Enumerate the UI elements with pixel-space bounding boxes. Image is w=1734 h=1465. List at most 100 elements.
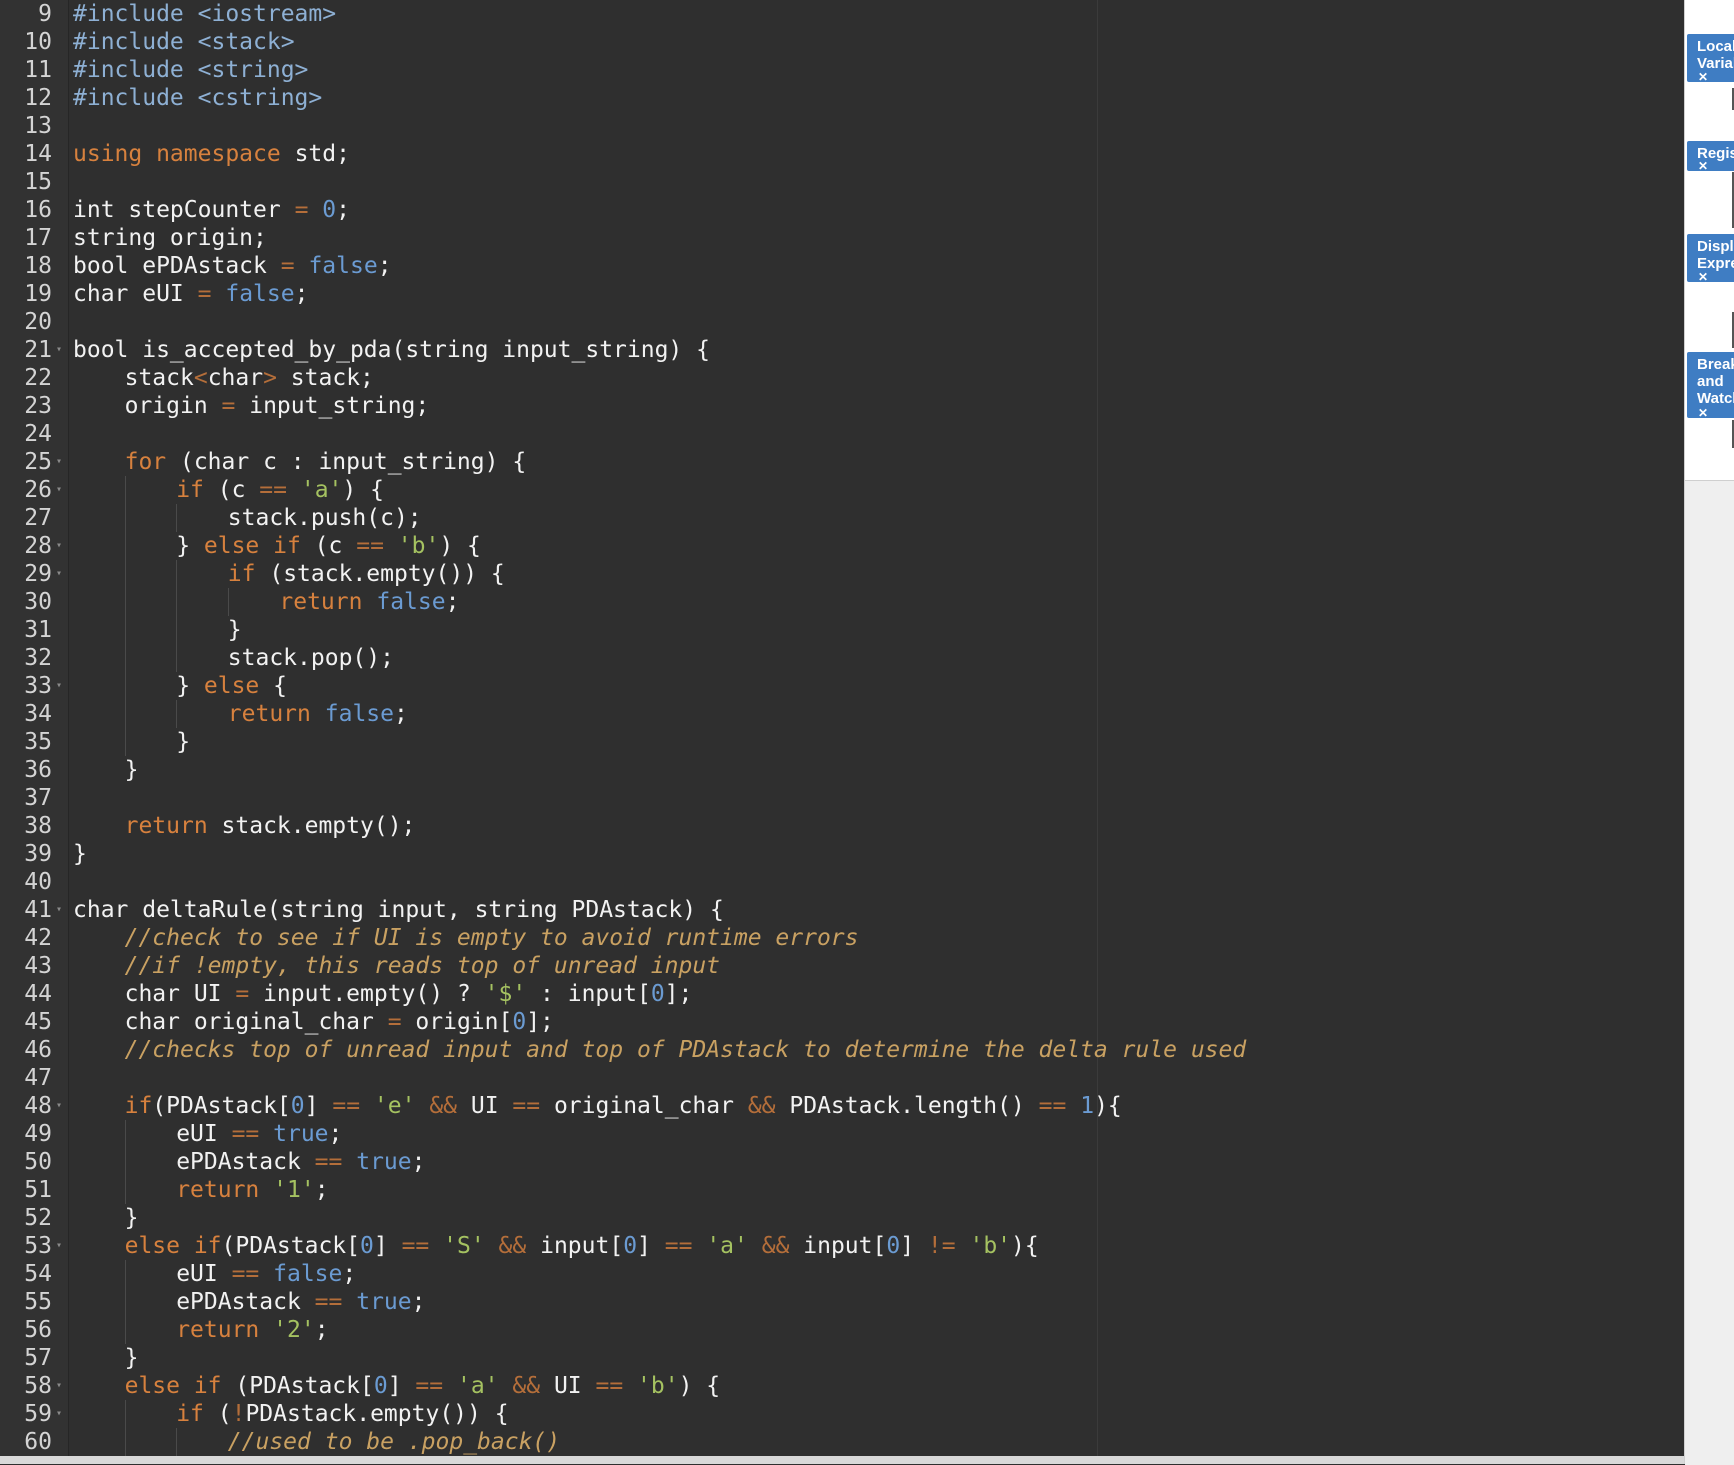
code-line[interactable]: int stepCounter = 0; — [73, 196, 350, 224]
code-line[interactable]: return '1'; — [176, 1176, 328, 1204]
line-number[interactable]: 27 — [0, 504, 52, 532]
close-icon[interactable]: ✕ — [1698, 158, 1708, 171]
line-number[interactable]: 37 — [0, 784, 52, 812]
code-line[interactable]: string origin; — [73, 224, 267, 252]
breakpoints-and-watchpoints-tab[interactable]: Breakpoints and Watchpoints ✕ — [1687, 352, 1734, 418]
line-number[interactable]: 16 — [0, 196, 52, 224]
code-line[interactable]: #include <string> — [73, 56, 308, 84]
line-number[interactable]: 21 — [0, 336, 52, 364]
line-number[interactable]: 40 — [0, 868, 52, 896]
line-number[interactable]: 22 — [0, 364, 52, 392]
line-number[interactable]: 44 — [0, 980, 52, 1008]
line-number[interactable]: 59 — [0, 1400, 52, 1428]
code-line[interactable]: if (stack.empty()) { — [228, 560, 505, 588]
line-number[interactable]: 56 — [0, 1316, 52, 1344]
fold-toggle-icon[interactable]: ▾ — [56, 476, 62, 504]
registers-tab[interactable]: Registers ✕ — [1687, 141, 1734, 171]
code-line[interactable]: stack<char> stack; — [125, 364, 374, 392]
line-number[interactable]: 55 — [0, 1288, 52, 1316]
line-number[interactable]: 29 — [0, 560, 52, 588]
code-line[interactable]: using namespace std; — [73, 140, 350, 168]
fold-toggle-icon[interactable]: ▾ — [56, 1400, 62, 1428]
line-number[interactable]: 58 — [0, 1372, 52, 1400]
code-line[interactable]: } — [176, 728, 190, 756]
line-number[interactable]: 11 — [0, 56, 52, 84]
code-editor[interactable]: 9 10 11 12 13 14 15 16 17 18 19 20 21 ▾ 22 23 24 25 ▾ 26 ▾ 27… — [0, 0, 1684, 1456]
code-line[interactable]: bool ePDAstack = false; — [73, 252, 392, 280]
fold-toggle-icon[interactable]: ▾ — [56, 1092, 62, 1120]
close-icon[interactable]: ✕ — [1698, 69, 1708, 82]
code-line[interactable]: return false; — [279, 588, 459, 616]
line-number[interactable]: 47 — [0, 1064, 52, 1092]
line-number[interactable]: 24 — [0, 420, 52, 448]
code-line[interactable]: stack.pop(); — [228, 644, 394, 672]
code-line[interactable]: //check to see if UI is empty to avoid r… — [125, 924, 859, 952]
line-number[interactable]: 35 — [0, 728, 52, 756]
line-number[interactable]: 42 — [0, 924, 52, 952]
horizontal-scrollbar[interactable] — [0, 1456, 1684, 1464]
code-line[interactable]: char original_char = origin[0]; — [125, 1008, 554, 1036]
line-number[interactable]: 49 — [0, 1120, 52, 1148]
line-number[interactable]: 20 — [0, 308, 52, 336]
code-line[interactable]: return '2'; — [176, 1316, 328, 1344]
fold-toggle-icon[interactable]: ▾ — [56, 532, 62, 560]
line-number[interactable]: 17 — [0, 224, 52, 252]
code-line[interactable]: origin = input_string; — [125, 392, 430, 420]
line-number[interactable]: 51 — [0, 1176, 52, 1204]
line-number[interactable]: 19 — [0, 280, 52, 308]
code-line[interactable]: stack.push(c); — [228, 504, 422, 532]
code-line[interactable]: else if(PDAstack[0] == 'S' && input[0] =… — [125, 1232, 1039, 1260]
code-line[interactable]: } else { — [176, 672, 287, 700]
fold-toggle-icon[interactable]: ▾ — [56, 896, 62, 924]
code-line[interactable]: #include <iostream> — [73, 0, 336, 28]
line-number[interactable]: 28 — [0, 532, 52, 560]
code-line[interactable]: } else if (c == 'b') { — [176, 532, 481, 560]
line-number[interactable]: 39 — [0, 840, 52, 868]
fold-toggle-icon[interactable]: ▾ — [56, 336, 62, 364]
line-number[interactable]: 57 — [0, 1344, 52, 1372]
code-line[interactable]: } — [125, 1344, 139, 1372]
line-number[interactable]: 26 — [0, 476, 52, 504]
line-number[interactable]: 34 — [0, 700, 52, 728]
line-number[interactable]: 33 — [0, 672, 52, 700]
code-line[interactable]: //if !empty, this reads top of unread in… — [125, 952, 720, 980]
code-line[interactable]: if (!PDAstack.empty()) { — [176, 1400, 508, 1428]
code-line[interactable]: if (c == 'a') { — [176, 476, 384, 504]
code-line[interactable]: #include <stack> — [73, 28, 295, 56]
line-number[interactable]: 13 — [0, 112, 52, 140]
line-number[interactable]: 45 — [0, 1008, 52, 1036]
code-line[interactable]: else if (PDAstack[0] == 'a' && UI == 'b'… — [125, 1372, 721, 1400]
fold-toggle-icon[interactable]: ▾ — [56, 448, 62, 476]
code-line[interactable]: ePDAstack == true; — [176, 1148, 425, 1176]
line-number[interactable]: 9 — [0, 0, 52, 28]
code-line[interactable]: char deltaRule(string input, string PDAs… — [73, 896, 724, 924]
code-line[interactable]: } — [125, 756, 139, 784]
close-icon[interactable]: ✕ — [1698, 405, 1708, 418]
code-line[interactable]: //checks top of unread input and top of … — [125, 1036, 1247, 1064]
line-number[interactable]: 12 — [0, 84, 52, 112]
line-number[interactable]: 25 — [0, 448, 52, 476]
code-line[interactable]: #include <cstring> — [73, 84, 322, 112]
line-number[interactable]: 60 — [0, 1428, 52, 1456]
code-line[interactable]: return stack.empty(); — [125, 812, 416, 840]
line-number[interactable]: 10 — [0, 28, 52, 56]
line-number[interactable]: 41 — [0, 896, 52, 924]
line-number[interactable]: 36 — [0, 756, 52, 784]
line-number[interactable]: 53 — [0, 1232, 52, 1260]
line-number[interactable]: 50 — [0, 1148, 52, 1176]
line-number[interactable]: 32 — [0, 644, 52, 672]
code-line[interactable]: ePDAstack == true; — [176, 1288, 425, 1316]
close-icon[interactable]: ✕ — [1698, 269, 1708, 282]
line-number[interactable]: 18 — [0, 252, 52, 280]
code-line[interactable]: return false; — [228, 700, 408, 728]
fold-toggle-icon[interactable]: ▾ — [56, 1232, 62, 1260]
code-line[interactable]: eUI == true; — [176, 1120, 342, 1148]
code-line[interactable]: } — [73, 840, 87, 868]
code-line[interactable]: bool is_accepted_by_pda(string input_str… — [73, 336, 710, 364]
line-number[interactable]: 31 — [0, 616, 52, 644]
line-number[interactable]: 54 — [0, 1260, 52, 1288]
line-number[interactable]: 15 — [0, 168, 52, 196]
line-number[interactable]: 23 — [0, 392, 52, 420]
code-line[interactable]: char eUI = false; — [73, 280, 308, 308]
code-line[interactable]: eUI == false; — [176, 1260, 356, 1288]
